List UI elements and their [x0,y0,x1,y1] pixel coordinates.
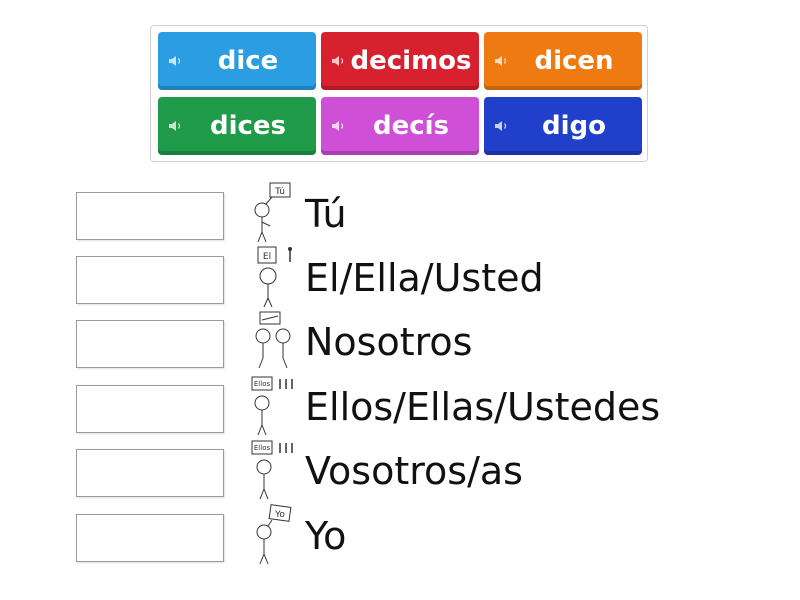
answer-drop-box[interactable] [76,320,224,368]
speaker-icon[interactable] [168,54,184,68]
match-row-el-ella-usted: El El/Ella/Usted [0,246,800,310]
word-tile-decimos[interactable]: decimos [321,32,479,90]
word-tile-dicen[interactable]: dicen [484,32,642,90]
match-row-nosotros: Nosotros [0,311,800,374]
word-tile-dice[interactable]: dice [158,32,316,90]
word-bank: dice decimos dicen dices decís digo [150,25,648,162]
answer-drop-box[interactable] [76,514,224,562]
sign-text: Ellos [254,444,271,452]
tile-label: digo [542,111,606,141]
pronoun-label: Yo [305,514,347,558]
stick-figure-el-icon: El [257,246,292,308]
speaker-icon[interactable] [168,119,184,133]
sign-text: Tú [274,187,285,197]
stick-figure-yo-icon: Yo [256,504,292,565]
answer-drop-box[interactable] [76,256,224,304]
tile-label: dicen [534,46,614,76]
stick-figure-vosotros-icon: Ellos [251,440,293,500]
answer-drop-box[interactable] [76,385,224,433]
word-tile-dices[interactable]: dices [158,97,316,155]
tile-label: dice [217,46,279,76]
speaker-icon[interactable] [331,54,347,68]
stick-figures-nosotros-icon [255,311,291,369]
pronoun-label: Vosotros/as [305,449,523,493]
speaker-icon[interactable] [494,119,510,133]
match-row-vosotros-as: Ellos Vosotros/as [0,440,800,503]
answer-drop-box[interactable] [76,449,224,497]
match-row-yo: Yo Yo [0,504,800,568]
sign-text: Yo [274,510,285,520]
sign-text: Ellos [254,380,271,388]
tile-label: decís [372,111,450,141]
sign-text: El [263,252,271,262]
answer-drop-box[interactable] [76,192,224,240]
pronoun-label: Nosotros [305,320,473,364]
pronoun-label: El/Ella/Usted [305,256,544,300]
speaker-icon[interactable] [494,54,510,68]
word-tile-digo[interactable]: digo [484,97,642,155]
speaker-icon[interactable] [331,119,347,133]
stick-figure-ellos-icon: Ellos [251,376,293,436]
tile-label: dices [209,111,287,141]
tile-label: decimos [350,46,472,76]
match-row-ellos-ellas-ustedes: Ellos Ellos/Ellas/Ustedes [0,376,800,439]
pronoun-label: Ellos/Ellas/Ustedes [305,385,661,429]
match-row-tu: Tú Tú [0,182,800,246]
word-tile-decis[interactable]: decís [321,97,479,155]
pronoun-label: Tú [305,192,347,236]
stick-figure-tu-icon: Tú [254,182,291,243]
